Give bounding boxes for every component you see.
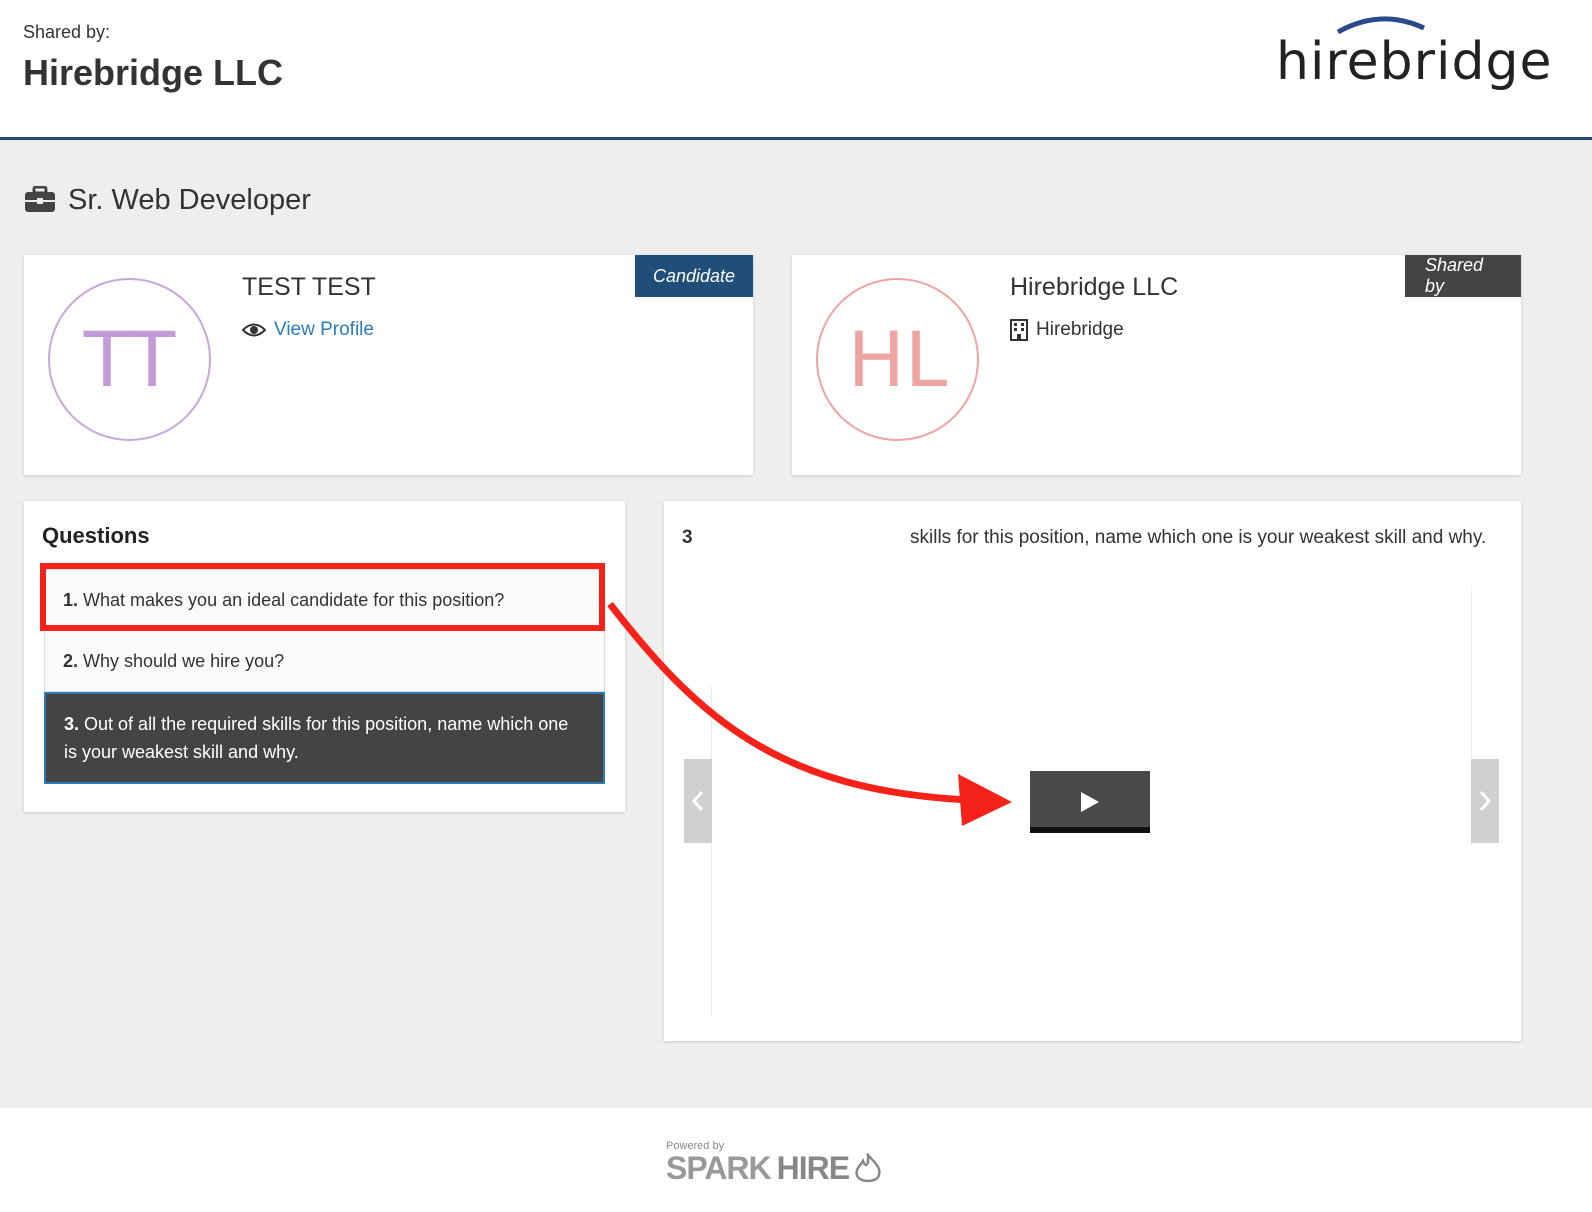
logo-text: hirebridge (1276, 32, 1553, 92)
questions-panel: Questions 1. What makes you an ideal can… (24, 501, 625, 812)
briefcase-icon (25, 186, 55, 212)
hirebridge-logo: hirebridge (1276, 14, 1551, 94)
video-player-panel: 3 skills for this position, name which o… (664, 501, 1521, 1041)
question-number: 3. (64, 714, 80, 734)
shared-by-label: Shared by: (23, 22, 111, 42)
candidate-badge: Candidate (635, 255, 753, 297)
question-item-3[interactable]: 3. Out of all the required skills for th… (44, 692, 605, 784)
player-question-title: 3 skills for this position, name which o… (682, 527, 1486, 549)
annotation-highlight-box (40, 563, 605, 631)
question-number: 2. (63, 651, 79, 671)
logo-arc-icon (1336, 16, 1426, 34)
view-profile-link[interactable]: View Profile (242, 319, 374, 341)
divider (711, 686, 712, 1016)
candidate-card: Candidate TT TEST TEST View Profile (24, 255, 753, 475)
video-progress-bar (1030, 827, 1150, 833)
question-item-2[interactable]: 2. Why should we hire you? (44, 631, 605, 692)
hire-text: HIRE (776, 1150, 850, 1186)
candidate-name: TEST TEST (242, 273, 376, 301)
shared-by-org: Hirebridge (1010, 319, 1124, 341)
previous-video-button[interactable] (684, 759, 712, 843)
candidate-avatar: TT (48, 278, 211, 441)
flame-icon (855, 1152, 881, 1182)
shared-by-card: Shared by HL Hirebridge LLC Hirebridge (792, 255, 1521, 475)
video-thumbnail[interactable] (1030, 771, 1150, 833)
question-text: Out of all the required skills for this … (64, 714, 569, 762)
page-header: Shared by: Hirebridge LLC hirebridge (0, 0, 1592, 140)
building-icon (1010, 319, 1028, 341)
job-title-row: Sr. Web Developer (24, 180, 311, 220)
question-text: Why should we hire you? (83, 651, 285, 671)
shared-by-badge: Shared by (1405, 255, 1521, 297)
chevron-right-icon (1479, 791, 1492, 811)
company-name: Hirebridge LLC (23, 52, 284, 93)
job-title: Sr. Web Developer (68, 183, 311, 216)
eye-icon (242, 323, 266, 337)
questions-title: Questions (42, 523, 150, 548)
shared-by-avatar: HL (816, 278, 979, 441)
player-question-text: skills for this position, name which one… (910, 527, 1487, 548)
player-question-number: 3 (682, 527, 693, 548)
spark-hire-logo: SPARK HIRE (666, 1150, 883, 1187)
next-video-button[interactable] (1471, 759, 1499, 843)
spark-text: SPARK (666, 1150, 772, 1186)
view-profile-label[interactable]: View Profile (274, 319, 374, 341)
page-footer: Powered by SPARK HIRE (0, 1108, 1592, 1212)
chevron-left-icon (691, 791, 704, 811)
shared-by-org-label: Hirebridge (1036, 319, 1124, 340)
shared-by-name: Hirebridge LLC (1010, 273, 1179, 301)
play-icon[interactable] (1079, 790, 1101, 814)
